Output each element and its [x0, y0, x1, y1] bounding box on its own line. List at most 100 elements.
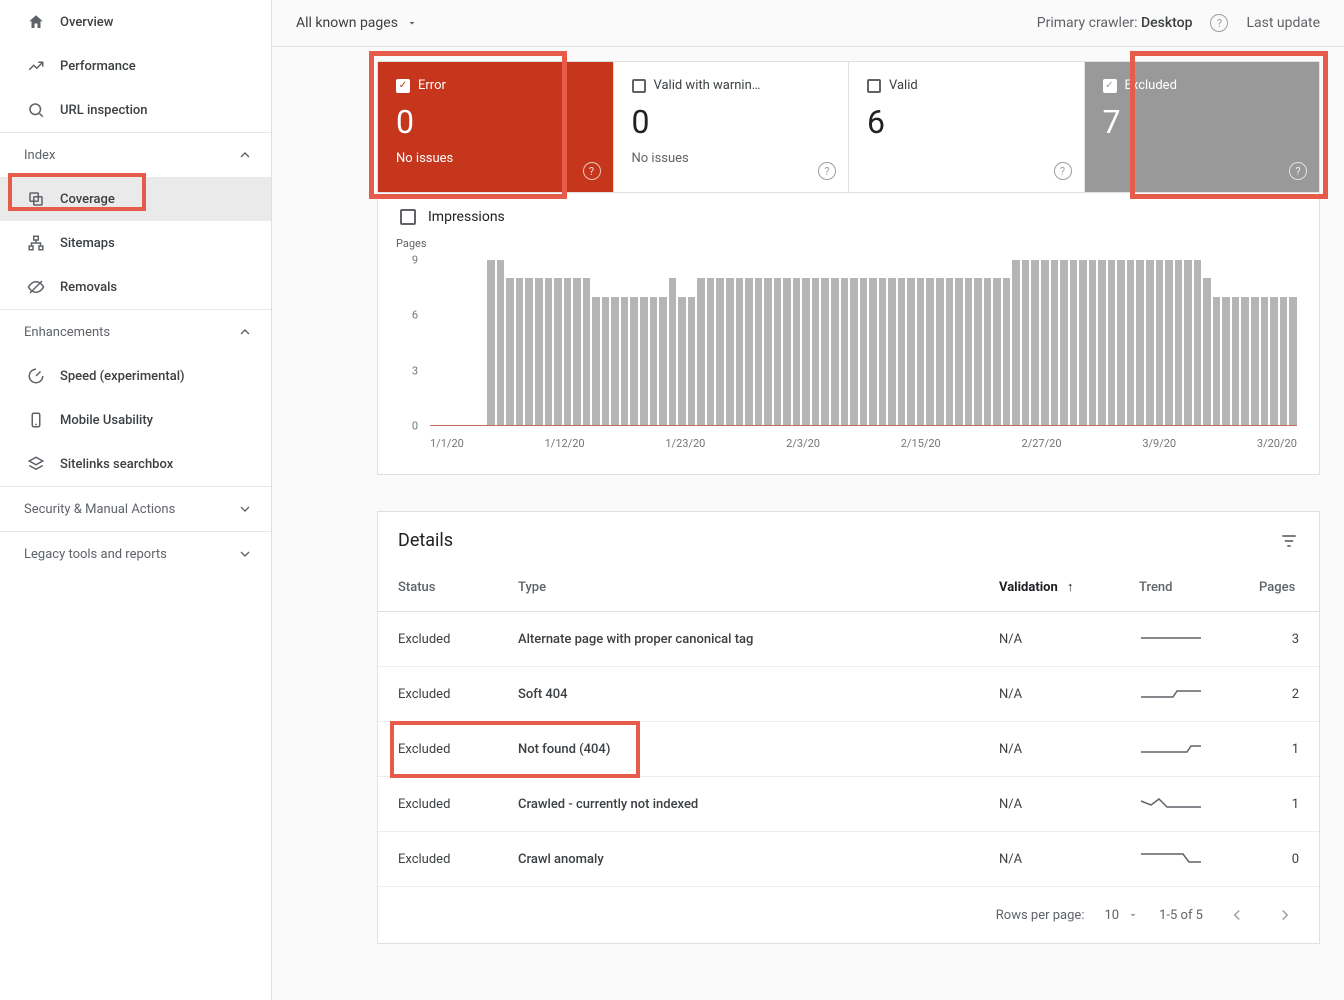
bar: [1060, 260, 1068, 425]
bar: [1251, 297, 1259, 425]
nav-sitelinks[interactable]: Sitelinks searchbox: [0, 442, 271, 486]
table-row[interactable]: ExcludedSoft 404N/A2: [378, 667, 1319, 722]
rows-per-page-select[interactable]: 10: [1104, 908, 1139, 923]
bar: [1070, 260, 1078, 425]
help-icon[interactable]: ?: [1289, 162, 1307, 180]
metric-label: Valid with warnin…: [654, 78, 761, 93]
cell-validation: N/A: [979, 832, 1119, 887]
checkbox-icon: [867, 79, 881, 93]
cell-pages: 1: [1239, 722, 1319, 777]
bar: [535, 278, 543, 425]
help-icon[interactable]: ?: [1054, 162, 1072, 180]
section-legacy[interactable]: Legacy tools and reports: [0, 531, 271, 576]
cell-status: Excluded: [378, 612, 498, 667]
col-status[interactable]: Status: [378, 563, 498, 612]
pages-chart: 0369 1/1/201/12/201/23/202/3/202/15/202/…: [400, 250, 1301, 450]
table-row[interactable]: ExcludedCrawl anomalyN/A0: [378, 832, 1319, 887]
bar: [974, 278, 982, 425]
metric-value: 7: [1103, 103, 1302, 141]
prev-page-button[interactable]: [1223, 901, 1251, 929]
x-tick: 2/3/20: [786, 437, 820, 450]
help-icon[interactable]: ?: [818, 162, 836, 180]
nav-url-inspection[interactable]: URL inspection: [0, 88, 271, 132]
help-icon[interactable]: ?: [583, 162, 601, 180]
cell-status: Excluded: [378, 777, 498, 832]
search-icon: [24, 98, 48, 122]
table-row[interactable]: ExcludedCrawled - currently not indexedN…: [378, 777, 1319, 832]
bar: [497, 260, 505, 425]
metric-sub: No issues: [396, 151, 595, 166]
caret-down-icon: [406, 17, 418, 29]
help-icon[interactable]: ?: [1210, 14, 1228, 32]
status-card-error[interactable]: ✓ Error 0 No issues ?: [378, 62, 614, 192]
nav-speed[interactable]: Speed (experimental): [0, 354, 271, 398]
bar: [793, 278, 801, 425]
layers-icon: [24, 452, 48, 476]
col-type[interactable]: Type: [498, 563, 979, 612]
bar: [774, 278, 782, 425]
nav-sitemaps[interactable]: Sitemaps: [0, 221, 271, 265]
chevron-up-icon: [237, 147, 253, 163]
error-baseline: [430, 425, 1297, 426]
speed-icon: [24, 364, 48, 388]
table-row[interactable]: ExcludedAlternate page with proper canon…: [378, 612, 1319, 667]
nav-label: Performance: [60, 59, 136, 74]
main-content: All known pages Primary crawler: Desktop…: [272, 0, 1344, 1000]
bar: [697, 278, 705, 425]
bar: [659, 297, 667, 425]
details-table: Status Type Validation ↑ Trend Pages Exc…: [378, 563, 1319, 887]
section-security[interactable]: Security & Manual Actions: [0, 486, 271, 531]
bar: [955, 278, 963, 425]
bar: [1213, 297, 1221, 425]
cell-pages: 0: [1239, 832, 1319, 887]
pages-filter-dropdown[interactable]: All known pages: [296, 15, 418, 31]
cell-type: Soft 404: [498, 667, 979, 722]
table-row[interactable]: ExcludedNot found (404)N/A1: [378, 722, 1319, 777]
col-validation[interactable]: Validation ↑: [979, 563, 1119, 612]
x-tick: 1/12/20: [545, 437, 585, 450]
bar: [726, 278, 734, 425]
details-title: Details: [398, 530, 453, 551]
nav-mobile-usability[interactable]: Mobile Usability: [0, 398, 271, 442]
rows-per-page-label: Rows per page:: [996, 908, 1085, 923]
metric-label: Valid: [889, 78, 918, 93]
filter-icon[interactable]: [1279, 531, 1299, 551]
sitemap-icon: [24, 231, 48, 255]
bar: [611, 297, 619, 425]
nav-coverage[interactable]: Coverage: [0, 177, 271, 221]
section-enhancements[interactable]: Enhancements: [0, 309, 271, 354]
x-tick: 3/9/20: [1142, 437, 1176, 450]
bar: [1261, 297, 1269, 425]
copy-icon: [24, 187, 48, 211]
nav-removals[interactable]: Removals: [0, 265, 271, 309]
status-card-warning[interactable]: Valid with warnin… 0 No issues ?: [614, 62, 850, 192]
bar: [525, 278, 533, 425]
status-card-valid[interactable]: Valid 6 ?: [849, 62, 1085, 192]
x-axis: 1/1/201/12/201/23/202/3/202/15/202/27/20…: [430, 437, 1297, 450]
bar: [1022, 260, 1030, 425]
status-card-excluded[interactable]: ✓ Excluded 7 ?: [1085, 62, 1320, 192]
arrow-up-icon: ↑: [1067, 580, 1074, 595]
bar: [898, 278, 906, 425]
section-index[interactable]: Index: [0, 132, 271, 177]
checkbox-impressions[interactable]: [400, 209, 416, 225]
x-tick: 2/27/20: [1022, 437, 1062, 450]
col-trend[interactable]: Trend: [1119, 563, 1239, 612]
metric-value: 0: [632, 103, 831, 141]
bar: [1003, 278, 1011, 425]
bar: [1165, 260, 1173, 425]
next-page-button[interactable]: [1271, 901, 1299, 929]
cell-pages: 3: [1239, 612, 1319, 667]
details-panel: Details Status Type Validation ↑ Trend P…: [377, 511, 1320, 944]
bar: [879, 278, 887, 425]
nav-performance[interactable]: Performance: [0, 44, 271, 88]
chevron-down-icon: [237, 546, 253, 562]
chart-panel: Impressions Pages 0369 1/1/201/12/201/23…: [377, 193, 1320, 475]
col-pages[interactable]: Pages: [1239, 563, 1319, 612]
checkbox-icon: ✓: [1103, 79, 1117, 93]
bar: [564, 278, 572, 425]
table-header-row: Status Type Validation ↑ Trend Pages: [378, 563, 1319, 612]
bar: [583, 278, 591, 425]
metric-label: Error: [418, 78, 446, 93]
nav-overview[interactable]: Overview: [0, 0, 271, 44]
